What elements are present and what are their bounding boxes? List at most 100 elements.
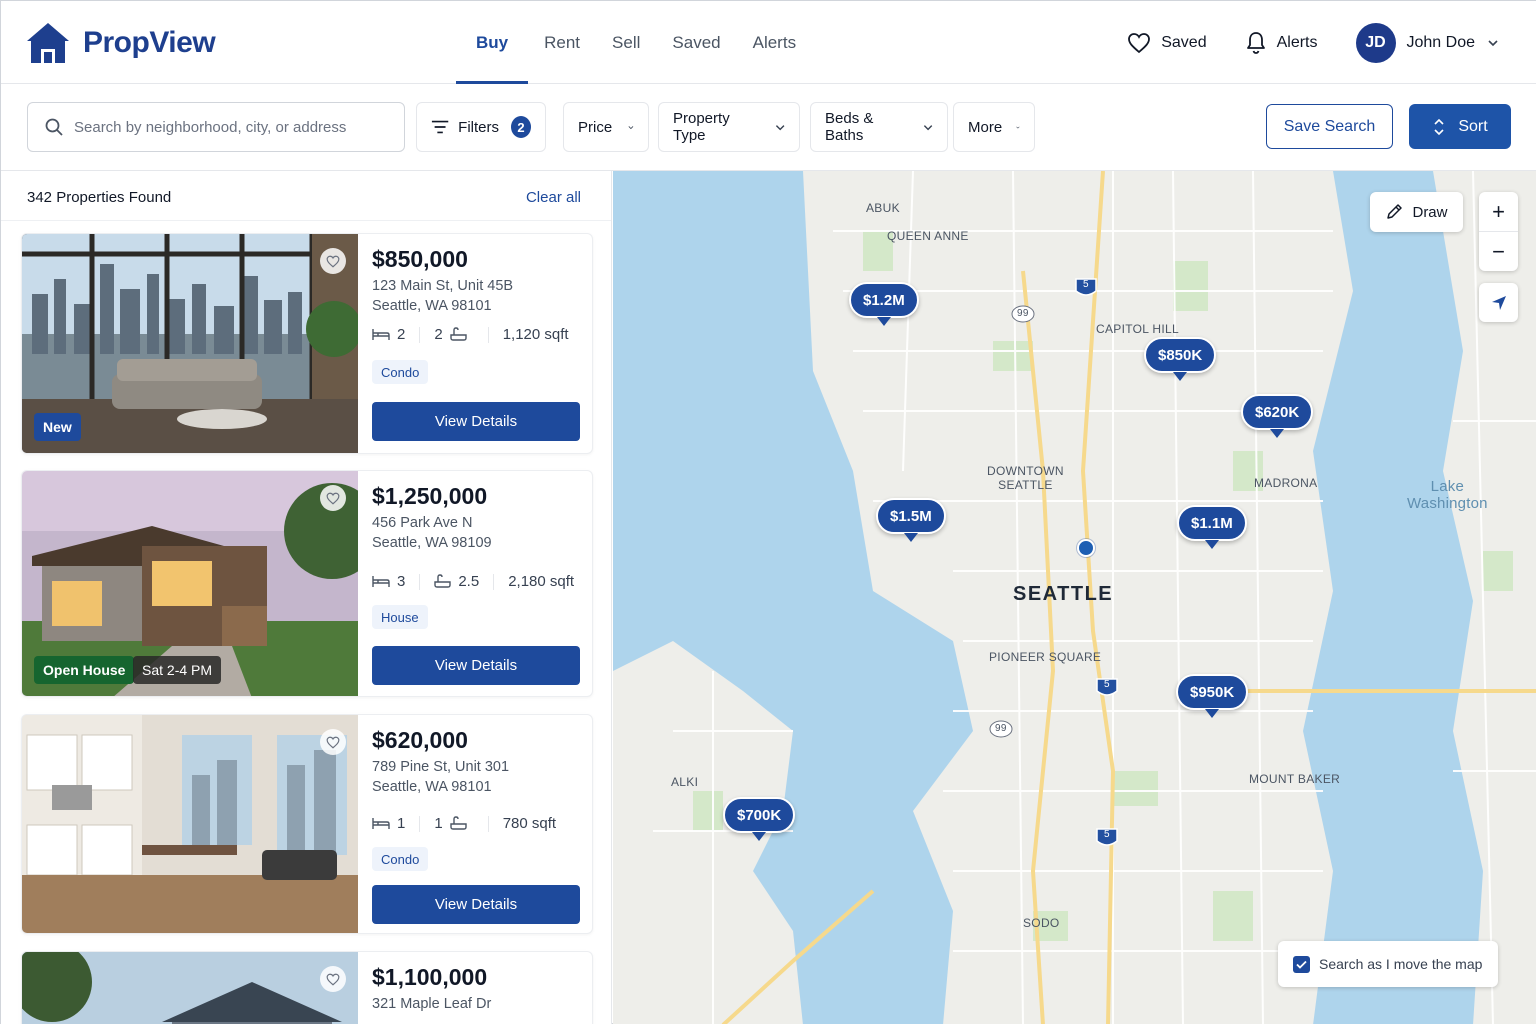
zoom-controls: + − [1479, 192, 1518, 271]
bathtub-icon [449, 327, 467, 341]
listing-address: 123 Main St, Unit 45B [372, 278, 514, 294]
clear-all-link[interactable]: Clear all [526, 189, 581, 206]
bed-icon [372, 818, 390, 829]
navigation-arrow-icon [1491, 295, 1506, 310]
avatar: JD [1355, 22, 1396, 63]
house-exterior-photo [22, 952, 358, 1024]
listing-photo[interactable]: New [22, 234, 358, 453]
heart-icon [326, 492, 340, 505]
zoom-out-button[interactable]: − [1479, 232, 1518, 271]
price-pin[interactable]: $850K [1144, 337, 1217, 381]
favorite-button[interactable] [320, 485, 346, 511]
save-search-button[interactable]: Save Search [1266, 104, 1393, 149]
heart-icon [326, 736, 340, 749]
saved-label: Saved [1161, 33, 1207, 51]
nav-rent[interactable]: Rent [528, 1, 596, 84]
listing-photo[interactable]: Open House Sat 2-4 PM [22, 471, 358, 696]
filter-bar: Filters 2 Price Property Type Beds & Bat… [1, 84, 1536, 171]
listing-card[interactable]: Open House Sat 2-4 PM $1,250,000 456 Par… [21, 470, 593, 697]
property-type-tag: Condo [372, 360, 429, 384]
chevron-down-icon [1016, 126, 1020, 129]
results-count: 342 Properties Found [27, 189, 172, 206]
filters-count-badge: 2 [511, 116, 531, 138]
sort-button[interactable]: Sort [1409, 104, 1511, 149]
alerts-label: Alerts [1276, 33, 1318, 51]
heart-icon [1128, 32, 1151, 53]
price-pin[interactable]: $1.1M [1177, 505, 1247, 549]
bathtub-icon [434, 574, 452, 588]
search-as-move-toggle[interactable]: Search as I move the map [1278, 941, 1498, 987]
price-pin[interactable]: $1.2M [849, 282, 919, 326]
alerts-button[interactable]: Alerts [1245, 31, 1318, 55]
chevron-down-icon [923, 124, 933, 130]
view-details-button[interactable]: View Details [372, 885, 580, 924]
price-pin[interactable]: $1.5M [876, 498, 946, 542]
map-label-downtown: DOWNTOWN SEATTLE [987, 464, 1064, 492]
route-99-shield-label: 99 [1017, 308, 1029, 319]
listing-specs: 2 2 1,120 sqft [372, 326, 569, 343]
baths-count: 2.5 [458, 573, 480, 590]
listing-info: $1,250,000 456 Park Ave N Seattle, WA 98… [372, 471, 592, 696]
favorite-button[interactable] [320, 729, 346, 755]
user-menu[interactable]: JD John Doe [1355, 22, 1510, 63]
price-pin[interactable]: $620K [1241, 394, 1314, 438]
nav-buy[interactable]: Buy [456, 1, 529, 84]
listing-price: $1,100,000 [372, 964, 488, 990]
house-logo-icon [27, 23, 69, 63]
search-as-move-checkbox[interactable] [1293, 955, 1310, 973]
search-input[interactable] [74, 118, 374, 136]
listing-card[interactable]: $620,000 789 Pine St, Unit 301 Seattle, … [21, 714, 593, 934]
more-dropdown[interactable]: More [953, 102, 1035, 152]
nav-sell[interactable]: Sell [596, 1, 656, 84]
listing-card[interactable]: New $850,000 123 Main St, Unit 45B Seatt… [21, 233, 593, 454]
header-actions: Saved Alerts JD John Doe [1089, 1, 1509, 84]
chevron-down-icon [1488, 39, 1498, 46]
beds-count: 2 [397, 326, 406, 343]
listing-photo[interactable] [22, 715, 358, 933]
open-house-badge: Open House [34, 656, 135, 684]
listing-info: $1,100,000 321 Maple Leaf Dr [372, 952, 592, 1024]
property-type-dropdown[interactable]: Property Type [658, 102, 800, 152]
favorite-button[interactable] [320, 966, 346, 992]
price-pin[interactable]: $950K [1176, 674, 1249, 718]
search-icon [45, 118, 63, 136]
listing-info: $850,000 123 Main St, Unit 45B Seattle, … [372, 234, 592, 453]
search-as-move-label: Search as I move the map [1319, 956, 1483, 972]
new-badge: New [34, 413, 81, 441]
zoom-in-button[interactable]: + [1479, 192, 1518, 231]
nav-alerts[interactable]: Alerts [737, 1, 812, 84]
map-label-sodo: SODO [1023, 916, 1060, 930]
property-type-label: Property Type [673, 110, 730, 144]
filters-button[interactable]: Filters 2 [416, 102, 546, 152]
map-label-alki: ALKI [671, 775, 699, 789]
listing-address: 456 Park Ave N [372, 515, 473, 531]
map-label-mount-baker: MOUNT BAKER [1249, 772, 1341, 786]
more-label: More [968, 118, 1003, 136]
baths-count: 2 [434, 326, 443, 343]
listing-photo[interactable] [22, 952, 358, 1024]
saved-button[interactable]: Saved [1127, 32, 1207, 54]
results-header: 342 Properties Found Clear all [1, 171, 611, 221]
view-details-button[interactable]: View Details [372, 402, 580, 441]
view-details-button[interactable]: View Details [372, 646, 580, 685]
bed-icon [372, 576, 390, 587]
listing-card[interactable]: $1,100,000 321 Maple Leaf Dr [21, 951, 593, 1024]
sqft: 2,180 sqft [508, 573, 575, 590]
listing-info: $620,000 789 Pine St, Unit 301 Seattle, … [372, 715, 592, 933]
listing-price: $850,000 [372, 246, 468, 272]
price-dropdown[interactable]: Price [563, 102, 649, 152]
locate-me-button[interactable] [1479, 283, 1518, 322]
map-view[interactable]: ABUK QUEEN ANNE CAPITOL HILL DOWNTOWN SEA… [613, 171, 1536, 1024]
search-box[interactable] [27, 102, 405, 152]
property-type-tag: House [372, 605, 428, 629]
favorite-button[interactable] [320, 248, 346, 274]
beds-baths-dropdown[interactable]: Beds & Baths [810, 102, 948, 152]
listing-city: Seattle, WA 98101 [372, 298, 492, 314]
bell-icon [1246, 31, 1265, 54]
price-pin[interactable]: $700K [723, 797, 796, 841]
draw-button[interactable]: Draw [1370, 192, 1463, 232]
brand-logo[interactable]: PropView [25, 21, 216, 65]
listing-address: 321 Maple Leaf Dr [372, 996, 492, 1012]
nav-saved[interactable]: Saved [656, 1, 736, 84]
listing-price: $620,000 [372, 727, 468, 753]
